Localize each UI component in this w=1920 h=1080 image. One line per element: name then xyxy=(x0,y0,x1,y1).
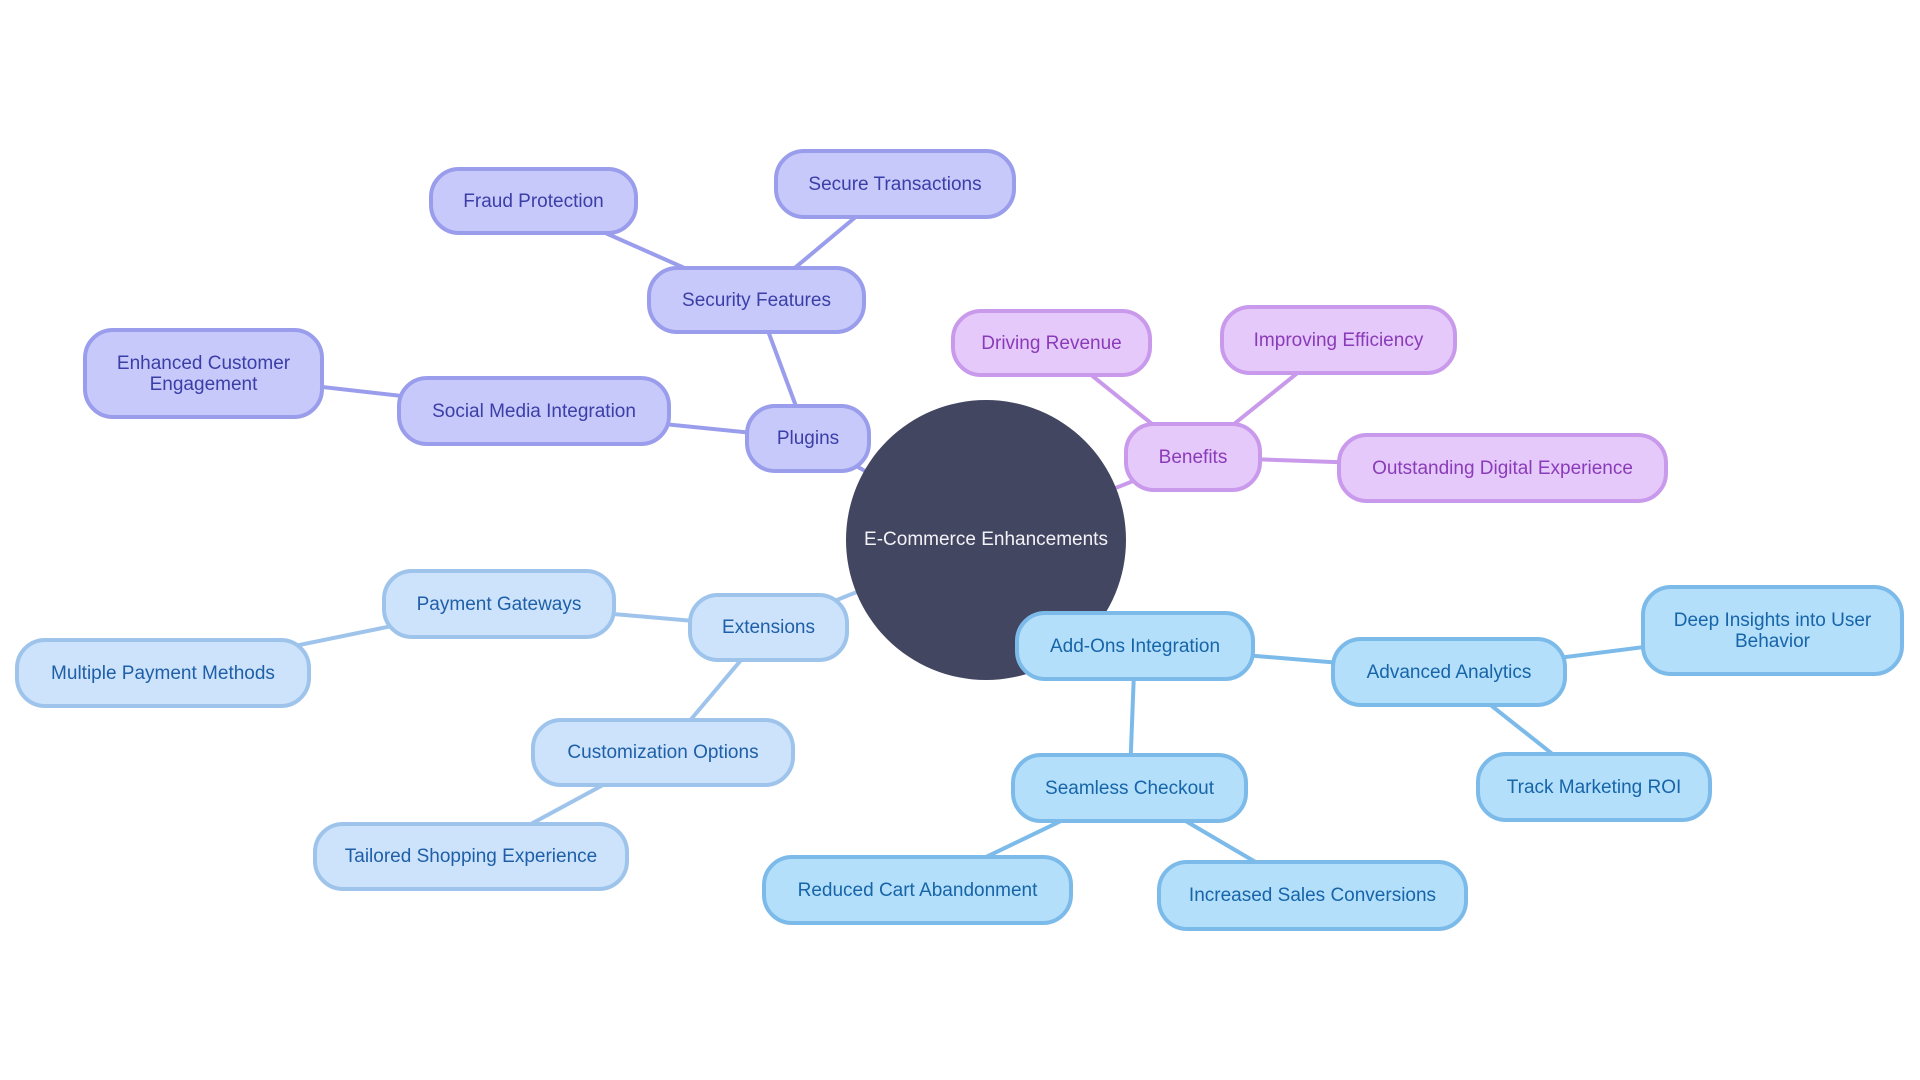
node-secure-transactions[interactable]: Secure Transactions xyxy=(774,149,1016,219)
node-advanced-analytics[interactable]: Advanced Analytics xyxy=(1331,637,1567,707)
node-extensions[interactable]: Extensions xyxy=(688,593,849,662)
node-add-ons-integration[interactable]: Add-Ons Integration xyxy=(1015,611,1255,681)
node-multiple-payment-methods[interactable]: Multiple Payment Methods xyxy=(15,638,311,708)
node-social-media-integration[interactable]: Social Media Integration xyxy=(397,376,671,446)
node-seamless-checkout[interactable]: Seamless Checkout xyxy=(1011,753,1248,823)
node-enhanced-customer-engagement[interactable]: Enhanced Customer Engagement xyxy=(83,328,324,419)
node-improving-efficiency[interactable]: Improving Efficiency xyxy=(1220,305,1457,375)
node-tailored-shopping-experience[interactable]: Tailored Shopping Experience xyxy=(313,822,629,891)
node-increased-sales-conversions[interactable]: Increased Sales Conversions xyxy=(1157,860,1468,931)
node-track-marketing-roi[interactable]: Track Marketing ROI xyxy=(1476,752,1712,822)
node-security-features[interactable]: Security Features xyxy=(647,266,866,334)
node-deep-insights-user-behavior[interactable]: Deep Insights into User Behavior xyxy=(1641,585,1904,676)
node-customization-options[interactable]: Customization Options xyxy=(531,718,795,787)
node-payment-gateways[interactable]: Payment Gateways xyxy=(382,569,616,639)
node-outstanding-digital-experience[interactable]: Outstanding Digital Experience xyxy=(1337,433,1668,503)
node-plugins[interactable]: Plugins xyxy=(745,404,871,473)
node-fraud-protection[interactable]: Fraud Protection xyxy=(429,167,638,235)
node-benefits[interactable]: Benefits xyxy=(1124,422,1262,492)
node-driving-revenue[interactable]: Driving Revenue xyxy=(951,309,1152,377)
node-reduced-cart-abandonment[interactable]: Reduced Cart Abandonment xyxy=(762,855,1073,925)
